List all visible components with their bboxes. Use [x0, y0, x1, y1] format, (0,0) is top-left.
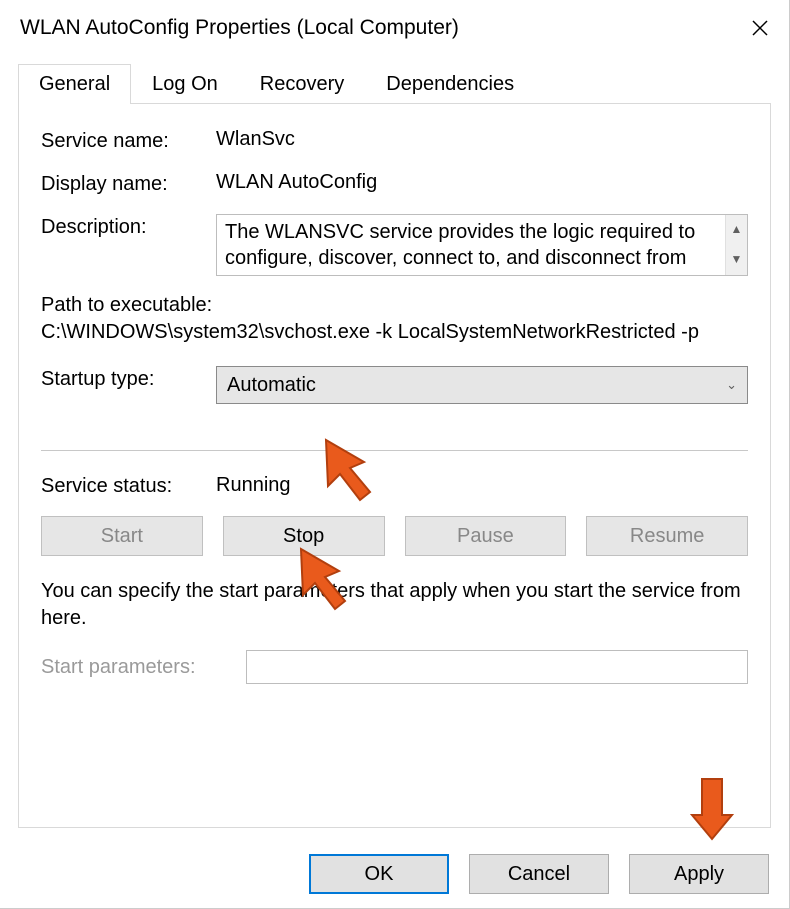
tab-dependencies[interactable]: Dependencies — [365, 64, 535, 104]
service-name-label: Service name: — [41, 128, 216, 153]
startup-type-select[interactable]: Automatic ⌄ — [216, 366, 748, 404]
stop-button[interactable]: Stop — [223, 516, 385, 556]
window-title: WLAN AutoConfig Properties (Local Comput… — [20, 16, 459, 40]
ok-button[interactable]: OK — [309, 854, 449, 894]
tab-recovery[interactable]: Recovery — [239, 64, 365, 104]
description-text: The WLANSVC service provides the logic r… — [225, 219, 739, 271]
apply-button[interactable]: Apply — [629, 854, 769, 894]
dialog-footer: OK Cancel Apply — [309, 854, 769, 894]
properties-dialog: WLAN AutoConfig Properties (Local Comput… — [0, 0, 790, 909]
general-panel: Service name: WlanSvc Display name: WLAN… — [18, 103, 771, 828]
service-status-value: Running — [216, 474, 291, 497]
divider — [41, 450, 748, 451]
start-params-input — [246, 650, 748, 684]
description-box: The WLANSVC service provides the logic r… — [216, 214, 748, 276]
service-status-label: Service status: — [41, 473, 216, 498]
start-params-hint: You can specify the start parameters tha… — [41, 578, 748, 632]
path-label: Path to executable: — [41, 294, 748, 317]
startup-type-value: Automatic — [227, 374, 316, 397]
service-control-buttons: Start Stop Pause Resume — [41, 516, 748, 556]
cancel-button[interactable]: Cancel — [469, 854, 609, 894]
close-icon[interactable] — [751, 19, 769, 37]
service-name-value: WlanSvc — [216, 128, 748, 151]
scroll-down-icon[interactable]: ▼ — [726, 245, 747, 275]
pause-button: Pause — [405, 516, 567, 556]
display-name-label: Display name: — [41, 171, 216, 196]
tab-logon[interactable]: Log On — [131, 64, 239, 104]
scroll-up-icon[interactable]: ▲ — [726, 215, 747, 245]
startup-type-label: Startup type: — [41, 366, 216, 391]
description-label: Description: — [41, 214, 216, 239]
path-value: C:\WINDOWS\system32\svchost.exe -k Local… — [41, 321, 748, 344]
chevron-down-icon: ⌄ — [726, 377, 737, 393]
tab-strip: General Log On Recovery Dependencies — [18, 64, 771, 104]
display-name-value: WLAN AutoConfig — [216, 171, 748, 194]
start-params-label: Start parameters: — [41, 656, 246, 679]
titlebar: WLAN AutoConfig Properties (Local Comput… — [0, 0, 789, 56]
start-button: Start — [41, 516, 203, 556]
resume-button: Resume — [586, 516, 748, 556]
description-scrollbar[interactable]: ▲ ▼ — [725, 215, 747, 275]
tab-general[interactable]: General — [18, 64, 131, 104]
